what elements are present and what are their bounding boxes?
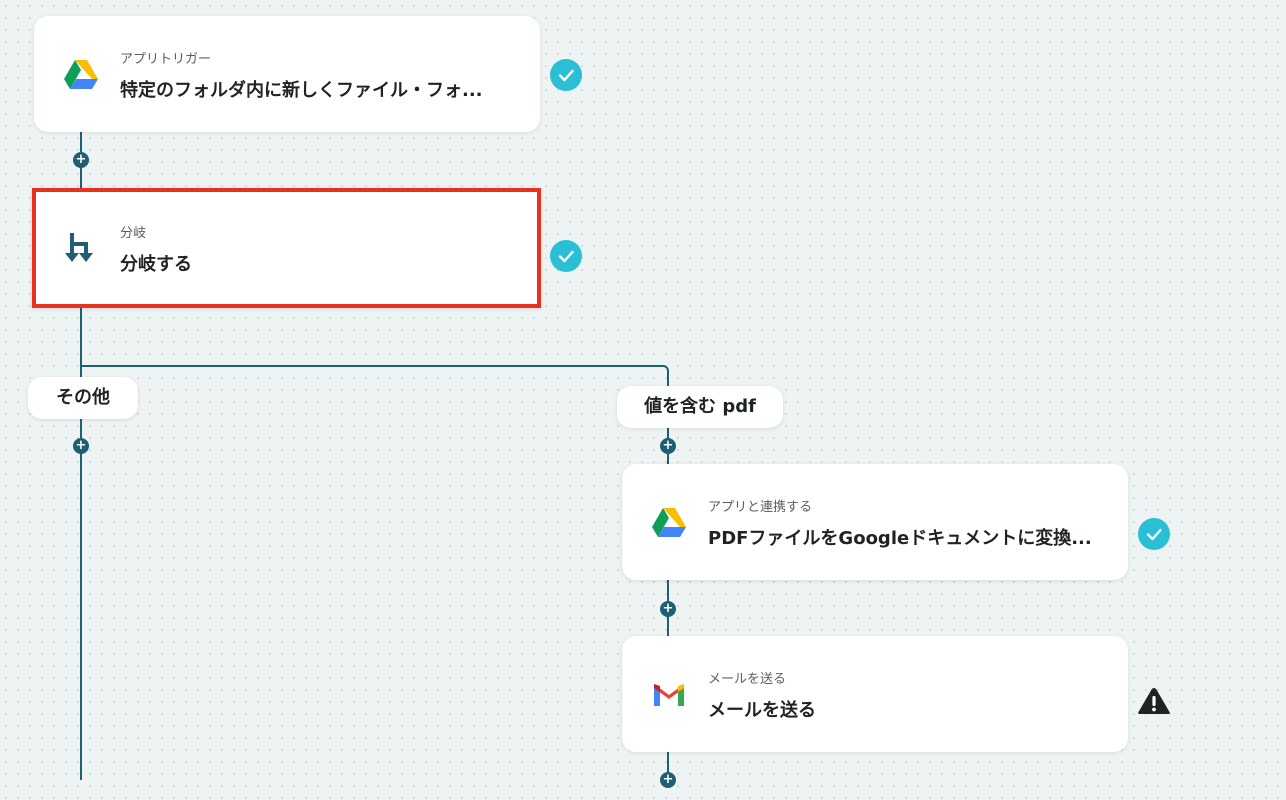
gmail-icon: [654, 684, 684, 706]
convert-step-card[interactable]: アプリと連携する PDFファイルをGoogleドキュメントに変換...: [622, 464, 1128, 580]
branch-connector: [81, 365, 669, 387]
step-type-label: アプリトリガー: [120, 52, 212, 67]
step-type-label: メールを送る: [708, 672, 787, 687]
add-step-button[interactable]: +: [73, 152, 89, 168]
step-title: 特定のフォルダ内に新しくファイル・フォ...: [120, 80, 483, 101]
complete-check-icon: [550, 59, 582, 91]
add-step-button[interactable]: +: [660, 601, 676, 617]
add-step-button[interactable]: +: [660, 772, 676, 788]
branch-step-card[interactable]: 分岐 分岐する: [32, 188, 541, 308]
google-drive-icon: [64, 60, 98, 89]
step-type-label: アプリと連携する: [708, 500, 813, 515]
flow-canvas: + + + + + アプリトリガー 特定のフォルダ内に新しくファイル・フォ...…: [0, 0, 1286, 800]
add-step-button[interactable]: +: [73, 438, 89, 454]
add-step-button[interactable]: +: [660, 438, 676, 454]
step-type-label: 分岐: [120, 226, 147, 241]
complete-check-icon: [550, 240, 582, 272]
google-drive-icon: [652, 508, 686, 537]
step-title: PDFファイルをGoogleドキュメントに変換...: [708, 528, 1092, 549]
step-title: メールを送る: [708, 700, 816, 721]
step-title: 分岐する: [120, 254, 192, 275]
branch-label-other[interactable]: その他: [28, 377, 138, 419]
complete-check-icon: [1138, 518, 1170, 550]
branch-icon: [65, 233, 93, 262]
branch-label-contains-pdf[interactable]: 値を含む pdf: [617, 386, 783, 428]
mail-step-card[interactable]: メールを送る メールを送る: [622, 636, 1128, 752]
trigger-step-card[interactable]: アプリトリガー 特定のフォルダ内に新しくファイル・フォ...: [34, 16, 540, 132]
warning-icon: [1138, 688, 1170, 714]
